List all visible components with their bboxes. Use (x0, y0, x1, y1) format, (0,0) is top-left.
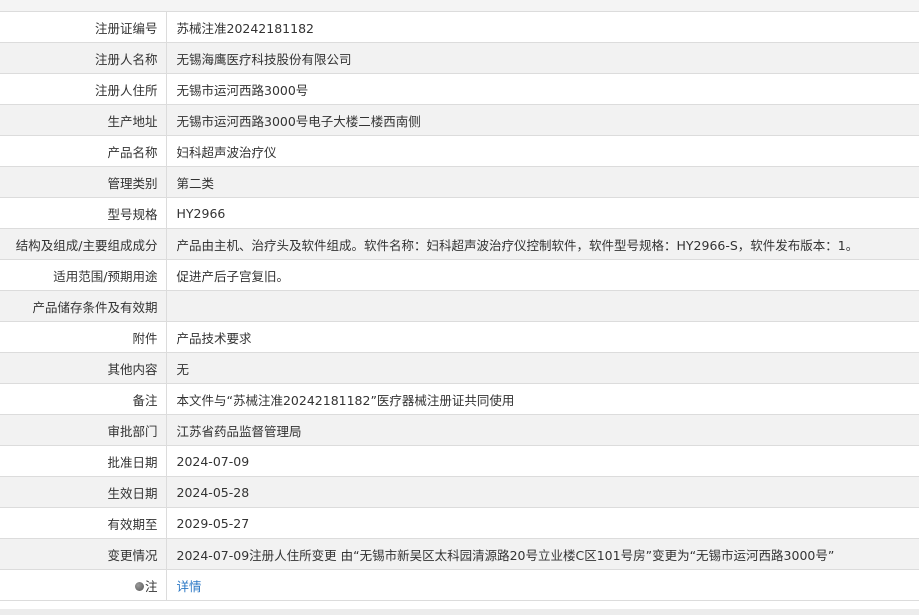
row-label: 结构及组成/主要组成成分 (0, 228, 167, 260)
row-label: 型号规格 (0, 197, 167, 229)
table-row: 注册证编号 苏械注准20242181182 (0, 12, 919, 43)
row-label: 注册人名称 (0, 42, 167, 74)
row-label: 生产地址 (0, 104, 167, 136)
table-row: 适用范围/预期用途 促进产后子宫复旧。 (0, 259, 919, 291)
row-label: 其他内容 (0, 352, 167, 384)
row-value: 无锡市运河西路3000号 (166, 73, 919, 105)
note-icon (134, 581, 144, 591)
note-value-cell: 详情 (166, 569, 919, 601)
table-row: 备注 本文件与“苏械注准20242181182”医疗器械注册证共同使用 (0, 383, 919, 415)
row-label: 生效日期 (0, 476, 167, 508)
registration-detail-table: 注册证编号 苏械注准20242181182 注册人名称 无锡海鹰医疗科技股份有限… (0, 12, 919, 601)
table-row: 生产地址 无锡市运河西路3000号电子大楼二楼西南侧 (0, 104, 919, 136)
row-value: 产品由主机、治疗头及软件组成。软件名称：妇科超声波治疗仪控制软件，软件型号规格：… (166, 228, 919, 260)
row-value: 第二类 (166, 166, 919, 198)
note-label-cell: 注 (0, 569, 167, 601)
note-row: 注 详情 (0, 569, 919, 601)
row-label: 管理类别 (0, 166, 167, 198)
table-row: 附件 产品技术要求 (0, 321, 919, 353)
row-value: 2024-07-09注册人住所变更 由“无锡市新吴区太科园清源路20号立业楼C区… (166, 538, 919, 570)
row-value: 产品技术要求 (166, 321, 919, 353)
row-value: 无锡海鹰医疗科技股份有限公司 (166, 42, 919, 74)
table-row: 其他内容 无 (0, 352, 919, 384)
table-row: 产品名称 妇科超声波治疗仪 (0, 135, 919, 167)
table-row: 注册人名称 无锡海鹰医疗科技股份有限公司 (0, 42, 919, 74)
row-label: 批准日期 (0, 445, 167, 477)
table-row: 审批部门 江苏省药品监督管理局 (0, 414, 919, 446)
row-value: 妇科超声波治疗仪 (166, 135, 919, 167)
row-label: 变更情况 (0, 538, 167, 570)
row-label: 审批部门 (0, 414, 167, 446)
row-value: 2024-05-28 (166, 476, 919, 508)
row-label: 产品储存条件及有效期 (0, 290, 167, 322)
row-value: 无 (166, 352, 919, 384)
registration-detail-page: 注册证编号 苏械注准20242181182 注册人名称 无锡海鹰医疗科技股份有限… (0, 0, 919, 615)
row-value: 2029-05-27 (166, 507, 919, 539)
table-row: 生效日期 2024-05-28 (0, 476, 919, 508)
details-link[interactable]: 详情 (177, 579, 202, 594)
row-value: 无锡市运河西路3000号电子大楼二楼西南侧 (166, 104, 919, 136)
note-label: 注 (144, 578, 158, 594)
table-row: 变更情况 2024-07-09注册人住所变更 由“无锡市新吴区太科园清源路20号… (0, 538, 919, 570)
row-label: 适用范围/预期用途 (0, 259, 167, 291)
row-value: 江苏省药品监督管理局 (166, 414, 919, 446)
row-value (166, 290, 919, 322)
row-value: 2024-07-09 (166, 445, 919, 477)
row-label: 有效期至 (0, 507, 167, 539)
row-value: 促进产后子宫复旧。 (166, 259, 919, 291)
row-value: HY2966 (166, 197, 919, 229)
table-row: 结构及组成/主要组成成分 产品由主机、治疗头及软件组成。软件名称：妇科超声波治疗… (0, 228, 919, 260)
table-row: 注册人住所 无锡市运河西路3000号 (0, 73, 919, 105)
row-label: 产品名称 (0, 135, 167, 167)
bottom-strip (0, 609, 919, 615)
table-row: 管理类别 第二类 (0, 166, 919, 198)
table-row: 批准日期 2024-07-09 (0, 445, 919, 477)
row-value: 苏械注准20242181182 (166, 12, 919, 43)
table-row: 型号规格 HY2966 (0, 197, 919, 229)
top-strip (0, 0, 919, 12)
table-row: 产品储存条件及有效期 (0, 290, 919, 322)
row-label: 附件 (0, 321, 167, 353)
row-label: 注册证编号 (0, 12, 167, 43)
table-row: 有效期至 2029-05-27 (0, 507, 919, 539)
row-value: 本文件与“苏械注准20242181182”医疗器械注册证共同使用 (166, 383, 919, 415)
row-label: 备注 (0, 383, 167, 415)
row-label: 注册人住所 (0, 73, 167, 105)
